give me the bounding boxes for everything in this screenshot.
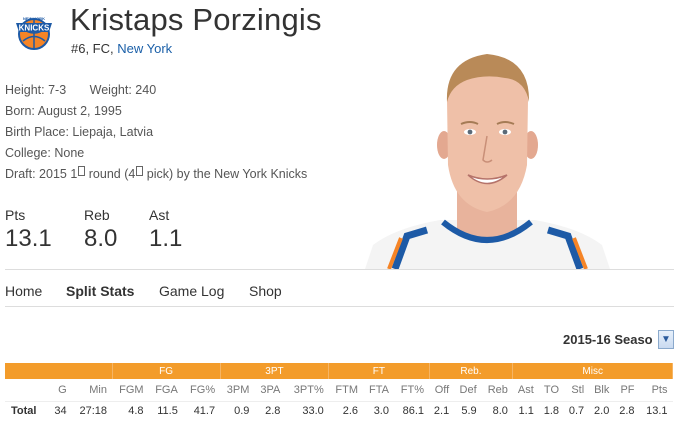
college-label: College: — [5, 146, 51, 160]
column-header: Reb — [481, 379, 513, 401]
column-header: Ast — [512, 379, 539, 401]
column-header: FTA — [363, 379, 394, 401]
birthplace-value: Liepaja, Latvia — [72, 125, 154, 139]
group-cell: 3PT — [220, 363, 330, 379]
row-label: Total — [5, 400, 51, 420]
table-header: G Min FGM FGA FG% 3PM 3PA 3PT% FTM FTA FT% Off Def Re… — [5, 379, 673, 401]
team-link[interactable]: New York — [117, 41, 172, 56]
stat-label: Ast — [149, 207, 170, 223]
group-cell: FT — [328, 363, 430, 379]
stat-label: Pts — [5, 207, 26, 223]
column-header: Min — [71, 379, 112, 401]
logo-city: NEW YORK — [23, 16, 45, 21]
column-header: Stl — [564, 379, 590, 401]
table-cell: 5.9 — [454, 400, 482, 420]
height-value: 7-3 — [48, 83, 67, 97]
college-value: None — [54, 146, 85, 160]
player-subline: #6, FC, New York — [71, 41, 172, 56]
column-header: FT% — [393, 379, 430, 401]
season-select[interactable]: 2015-16 Season ▼ — [560, 329, 675, 351]
draft-year: 2015 1 — [39, 167, 78, 181]
player-name: Kristaps Porzingis — [70, 2, 322, 37]
player-number-position: #6, FC, — [71, 41, 114, 56]
table-cell: 0.9 — [220, 400, 255, 420]
group-cell: Misc — [512, 363, 673, 379]
table-cell: 1.1 — [512, 400, 539, 420]
table-cell: 8.0 — [481, 400, 513, 420]
column-header: G — [50, 379, 72, 401]
group-cell: FG — [112, 363, 221, 379]
divider — [5, 269, 674, 270]
birthplace-label: Birth Place: — [5, 125, 69, 139]
column-header: 3PA — [254, 379, 286, 401]
group-cell: Reb. — [429, 363, 514, 379]
table-group-header: FG 3PT FT Reb. Misc — [5, 363, 673, 379]
draft-pick: pick) by the New York Knicks — [143, 167, 308, 181]
team-logo: KNICKS NEW YORK — [14, 8, 54, 52]
table-cell: 41.7 — [182, 400, 221, 420]
tab-game-log[interactable]: Game Log — [159, 283, 224, 299]
column-header — [5, 379, 51, 401]
weight-label: Weight: — [89, 83, 132, 97]
tab-shop[interactable]: Shop — [249, 283, 282, 299]
born-value: August 2, 1995 — [37, 104, 122, 118]
logo-wordmark: KNICKS — [19, 24, 50, 33]
draft-label: Draft: — [5, 167, 36, 181]
column-header: Off — [429, 379, 455, 401]
column-header: TO — [538, 379, 564, 401]
tab-home[interactable]: Home — [5, 283, 42, 299]
column-header: PF — [614, 379, 640, 401]
chevron-down-icon[interactable]: ▼ — [658, 330, 674, 349]
table-cell: 4.8 — [112, 400, 149, 420]
stat-assists: Ast 1.1 — [149, 207, 182, 253]
table-cell: 13.1 — [639, 400, 673, 420]
table-cell: 34 — [50, 400, 72, 420]
column-header: 3PT% — [285, 379, 329, 401]
table-cell: 2.8 — [614, 400, 640, 420]
column-header: FTM — [328, 379, 364, 401]
column-header: FGA — [148, 379, 183, 401]
born-label: Born: — [5, 104, 35, 118]
height-label: Height: — [5, 83, 45, 97]
table-cell: 2.6 — [328, 400, 364, 420]
stat-value: 1.1 — [149, 225, 183, 252]
column-header: Pts — [639, 379, 673, 401]
group-cell — [5, 363, 113, 379]
column-header: Def — [454, 379, 482, 401]
season-select-value: 2015-16 Season — [563, 332, 653, 347]
table-cell: 86.1 — [393, 400, 430, 420]
column-header: 3PM — [220, 379, 255, 401]
divider — [5, 306, 674, 307]
table-cell: 11.5 — [148, 400, 183, 420]
stat-value: 8.0 — [84, 225, 118, 252]
table-cell: 33.0 — [285, 400, 329, 420]
column-header: Blk — [589, 379, 615, 401]
table-cell: 2.0 — [589, 400, 615, 420]
column-header: FG% — [182, 379, 221, 401]
stat-value: 13.1 — [5, 225, 52, 252]
player-bio: Height: 7-3 Weight: 240 Born: August 2, … — [5, 80, 307, 185]
table-cell: 0.7 — [564, 400, 590, 420]
tab-split-stats[interactable]: Split Stats — [66, 283, 134, 299]
stat-label: Reb — [84, 207, 110, 223]
table-cell: 2.1 — [429, 400, 455, 420]
table-cell: 27:18 — [71, 400, 112, 420]
table-row: Total 34 27:18 4.8 11.5 41.7 0.9 2.8 33.0 2.6 3.0 8… — [5, 400, 673, 420]
draft-round: round (4 — [85, 167, 136, 181]
table-cell: 1.8 — [538, 400, 564, 420]
stat-points: Pts 13.1 — [5, 207, 52, 253]
weight-value: 240 — [135, 83, 157, 97]
table-cell: 3.0 — [363, 400, 394, 420]
table-cell: 2.8 — [254, 400, 286, 420]
column-header: FGM — [112, 379, 149, 401]
stat-rebounds: Reb 8.0 — [84, 207, 117, 253]
split-stats-table: FG 3PT FT Reb. Misc G Min FGM FGA FG% 3PM 3PA 3PT% F… — [5, 363, 673, 420]
player-headshot — [365, 40, 610, 269]
